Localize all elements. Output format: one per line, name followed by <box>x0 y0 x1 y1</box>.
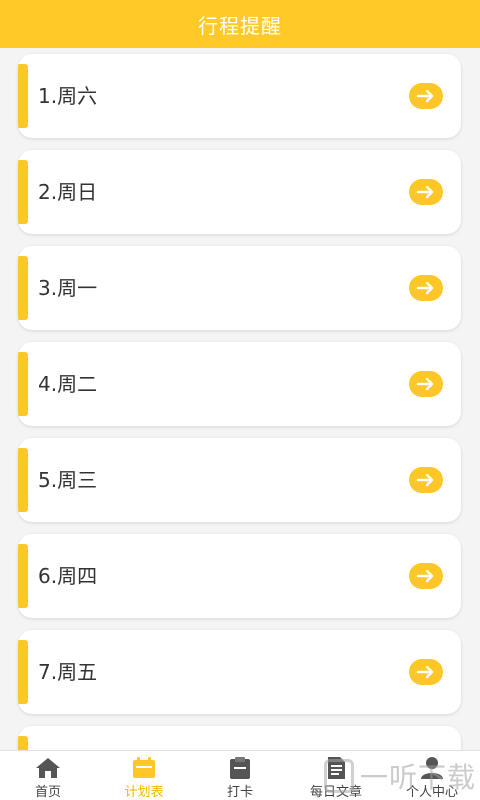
schedule-item-label: 7.周五 <box>38 660 98 684</box>
clipboard-icon <box>226 756 254 780</box>
tab-profile[interactable]: 个人中心 <box>384 751 480 800</box>
schedule-item-label: 5.周三 <box>38 468 98 492</box>
schedule-item-partial[interactable] <box>18 726 461 750</box>
home-icon <box>34 756 62 780</box>
schedule-item-wednesday[interactable]: 5.周三 <box>18 438 461 522</box>
bottom-tab-bar: 首页 计划表 打卡 每日文章 个人中心 <box>0 750 480 800</box>
schedule-item-tuesday[interactable]: 4.周二 <box>18 342 461 426</box>
tab-home[interactable]: 首页 <box>0 751 96 800</box>
tab-label: 个人中心 <box>405 785 458 800</box>
card-accent-bar <box>18 64 28 128</box>
schedule-item-thursday[interactable]: 6.周四 <box>18 534 461 618</box>
tab-checkin[interactable]: 打卡 <box>192 751 288 800</box>
page-title: 行程提醒 <box>198 13 282 38</box>
card-accent-bar <box>18 352 28 416</box>
arrow-right-icon[interactable] <box>409 83 443 109</box>
tab-daily-articles[interactable]: 每日文章 <box>288 751 384 800</box>
document-icon <box>322 756 350 780</box>
top-bar: 行程提醒 <box>0 0 480 48</box>
tab-label: 打卡 <box>226 785 253 800</box>
card-accent-bar <box>18 736 28 750</box>
calendar-icon <box>130 756 158 780</box>
arrow-right-icon[interactable] <box>409 467 443 493</box>
card-accent-bar <box>18 544 28 608</box>
schedule-list[interactable]: 1.周六 2.周日 3.周一 4.周二 5.周三 6.周四 7.周五 <box>0 48 480 750</box>
arrow-right-icon[interactable] <box>409 179 443 205</box>
schedule-item-label: 3.周一 <box>38 276 98 300</box>
user-icon <box>418 756 446 780</box>
schedule-item-label: 6.周四 <box>38 564 98 588</box>
tab-label: 首页 <box>34 785 61 800</box>
app-root: 行程提醒 1.周六 2.周日 3.周一 4.周二 5.周三 6.周四 7.周五 … <box>0 0 480 800</box>
schedule-item-monday[interactable]: 3.周一 <box>18 246 461 330</box>
schedule-item-label: 4.周二 <box>38 372 98 396</box>
arrow-right-icon[interactable] <box>409 275 443 301</box>
schedule-item-label: 2.周日 <box>38 180 98 204</box>
card-accent-bar <box>18 160 28 224</box>
schedule-item-friday[interactable]: 7.周五 <box>18 630 461 714</box>
schedule-item-label: 1.周六 <box>38 84 98 108</box>
arrow-right-icon[interactable] <box>409 659 443 685</box>
tab-label: 每日文章 <box>309 785 362 800</box>
card-accent-bar <box>18 256 28 320</box>
tab-label: 计划表 <box>124 785 164 800</box>
arrow-right-icon[interactable] <box>409 371 443 397</box>
schedule-item-sunday[interactable]: 2.周日 <box>18 150 461 234</box>
card-accent-bar <box>18 640 28 704</box>
card-accent-bar <box>18 448 28 512</box>
tab-schedule[interactable]: 计划表 <box>96 751 192 800</box>
arrow-right-icon[interactable] <box>409 563 443 589</box>
schedule-item-saturday[interactable]: 1.周六 <box>18 54 461 138</box>
